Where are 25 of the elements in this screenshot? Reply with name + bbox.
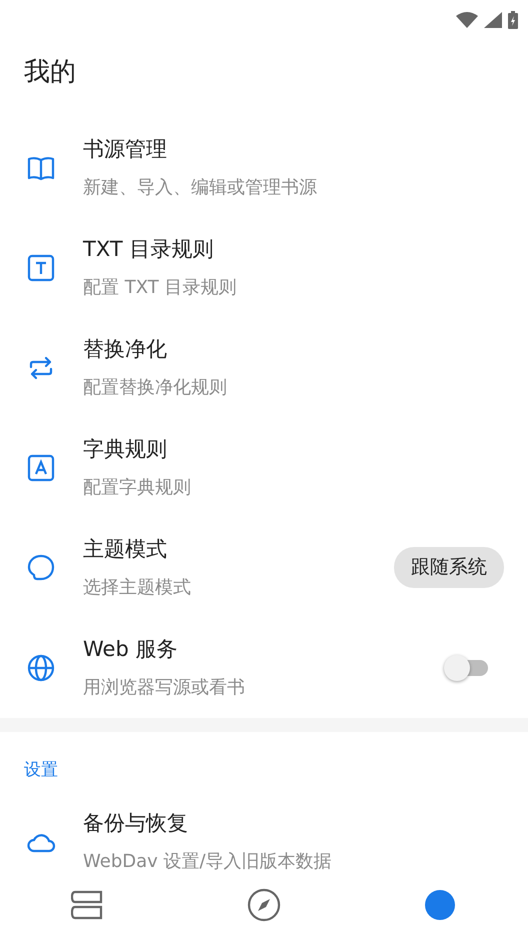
item-subtitle: 选择主题模式 (83, 576, 192, 600)
item-title[interactable]: TXT 目录规则 (83, 236, 504, 262)
toggle-switch[interactable] (444, 654, 490, 680)
item-title[interactable]: 主题模式 (83, 536, 394, 562)
item-title[interactable]: 字典规则 (83, 436, 504, 462)
battery-icon (508, 10, 518, 29)
speech-bubble-icon (26, 552, 56, 582)
item-subtitle: 用浏览器写源或看书 (83, 676, 246, 700)
item-subtitle: 配置字典规则 (83, 476, 192, 500)
globe-icon (26, 652, 56, 682)
item-subtitle: 配置替换净化规则 (83, 376, 228, 400)
item-title[interactable]: 备份与恢复 (83, 810, 504, 836)
wifi-icon (456, 12, 478, 28)
item-title[interactable]: 替换净化 (83, 336, 504, 362)
item-title[interactable]: Web 服务 (83, 636, 444, 662)
item-subtitle: 新建、导入、编辑或管理书源 (83, 176, 318, 200)
item-title[interactable]: 书源管理 (83, 136, 504, 162)
item-subtitle: WebDav 设置/导入旧版本数据 (83, 850, 333, 870)
t-square-icon (26, 252, 56, 282)
item-subtitle: 配置 TXT 目录规则 (83, 276, 238, 300)
signal-icon (484, 12, 502, 28)
section-heading: 设置 (23, 758, 59, 782)
page-title: 我的 (23, 56, 77, 90)
a-square-icon (26, 452, 56, 482)
theme-mode-button[interactable]: 跟随系统 (394, 547, 504, 588)
